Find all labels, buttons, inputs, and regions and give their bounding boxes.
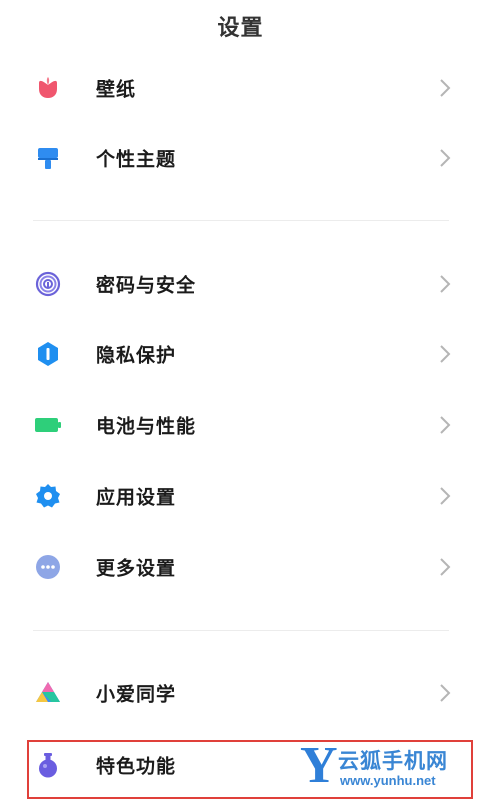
settings-item-apps[interactable]: 应用设置	[0, 464, 481, 528]
chevron-right-icon	[438, 148, 452, 168]
more-dots-icon	[35, 554, 61, 580]
settings-item-label: 小爱同学	[96, 684, 177, 706]
privacy-shield-icon	[35, 341, 61, 367]
battery-icon	[35, 412, 61, 438]
settings-item-xiaoai[interactable]: 小爱同学	[0, 661, 481, 725]
group-divider	[33, 220, 449, 221]
chevron-right-icon	[438, 557, 452, 577]
settings-item-label: 个性主题	[96, 149, 177, 171]
chevron-right-icon	[438, 486, 452, 506]
settings-item-more[interactable]: 更多设置	[0, 535, 481, 599]
settings-item-label: 密码与安全	[96, 275, 197, 297]
settings-item-wallpaper[interactable]: 壁纸	[0, 56, 481, 120]
group-divider	[33, 630, 449, 631]
settings-item-security[interactable]: 密码与安全	[0, 252, 481, 316]
settings-item-privacy[interactable]: 隐私保护	[0, 322, 481, 386]
chevron-right-icon	[438, 415, 452, 435]
header-bar: 设置	[0, 0, 481, 50]
watermark-url: www.yunhu.net	[340, 773, 436, 788]
settings-item-theme[interactable]: 个性主题	[0, 126, 481, 190]
settings-item-label: 电池与性能	[96, 416, 197, 438]
fingerprint-icon	[35, 271, 61, 297]
settings-item-label: 更多设置	[96, 558, 177, 580]
paintbrush-icon	[35, 145, 61, 171]
watermark: Y 云狐手机网 www.yunhu.net	[300, 737, 470, 794]
tulip-icon	[35, 75, 61, 101]
xiaoai-icon	[35, 680, 61, 706]
settings-item-label: 壁纸	[96, 79, 137, 101]
chevron-right-icon	[438, 683, 452, 703]
settings-item-label: 隐私保护	[96, 345, 177, 367]
watermark-logo-letter: Y	[300, 737, 338, 794]
settings-item-battery[interactable]: 电池与性能	[0, 393, 481, 457]
chevron-right-icon	[438, 78, 452, 98]
watermark-site-name: 云狐手机网	[338, 750, 448, 773]
gear-icon	[35, 483, 61, 509]
chevron-right-icon	[438, 344, 452, 364]
settings-item-label: 应用设置	[96, 487, 177, 509]
page-title: 设置	[217, 15, 264, 40]
chevron-right-icon	[438, 274, 452, 294]
